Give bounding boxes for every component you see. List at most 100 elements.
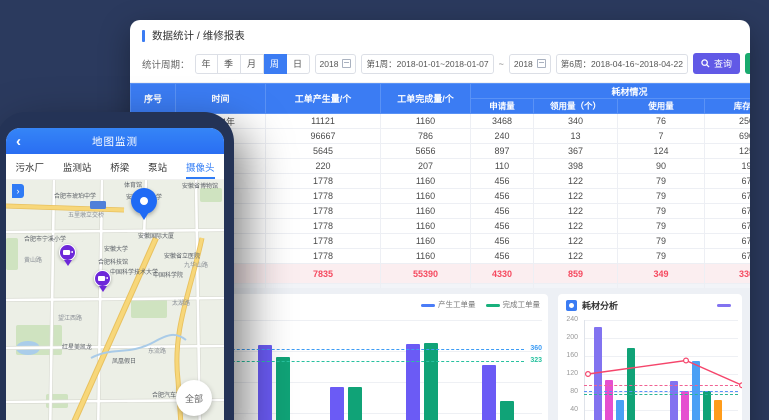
- legend-marker-green: [486, 304, 500, 307]
- bar-系列3[interactable]: [616, 400, 624, 420]
- poi-label: 红星美凯龙: [62, 342, 92, 351]
- table-cell: 456: [471, 204, 534, 219]
- table-cell: 398: [534, 159, 618, 174]
- camera-marker-tail: [64, 260, 72, 266]
- table-cell: 67: [705, 219, 751, 234]
- stage: 数据统计 / 维修报表 统计周期： 年季月周日 2018 第1周：2018-01…: [0, 0, 769, 420]
- table-cell: 1778: [266, 249, 381, 264]
- table-cell: 79: [618, 234, 705, 249]
- y-axis-tick: 200: [560, 334, 578, 341]
- table-cell: 67: [705, 204, 751, 219]
- start-year-value: 2018: [320, 59, 339, 69]
- table-cell: 1160: [381, 234, 471, 249]
- table-cell: 110: [471, 159, 534, 174]
- work-order-chart-legend: 产生工单量 完成工单量: [421, 299, 540, 310]
- sub-column-header: 使用量: [618, 99, 705, 114]
- period-option-年[interactable]: 年: [195, 54, 218, 74]
- camera-marker[interactable]: [59, 244, 76, 261]
- total-cell: 859: [534, 264, 618, 284]
- poi-label: 合肥市琥珀中学: [54, 191, 96, 200]
- start-week-value: 第1周：2018-01-01~2018-01-07: [366, 58, 488, 70]
- phone-tab-泵站[interactable]: 泵站: [148, 155, 167, 179]
- phone-tab-污水厂[interactable]: 污水厂: [15, 155, 44, 179]
- road-label: 九华山路: [184, 260, 208, 269]
- road-label: 望江西路: [58, 313, 82, 322]
- bar-完成工单量[interactable]: [500, 401, 514, 420]
- table-cell: 340: [534, 114, 618, 129]
- threshold-label: 360: [530, 345, 542, 352]
- bar-完成工单量[interactable]: [276, 357, 290, 420]
- camera-marker-tail: [99, 286, 107, 292]
- table-cell: 456: [471, 174, 534, 189]
- table-cell: 79: [618, 219, 705, 234]
- poi-label: 安徽大学: [104, 244, 128, 253]
- map-pin-selected[interactable]: [131, 188, 157, 214]
- bar-产生工单量[interactable]: [482, 365, 496, 420]
- table-cell: 1778: [266, 189, 381, 204]
- table-cell: 456: [471, 234, 534, 249]
- end-week-select[interactable]: 第6周：2018-04-16~2018-04-22: [556, 54, 688, 74]
- bar-系列1[interactable]: [670, 381, 678, 420]
- period-option-月[interactable]: 月: [241, 54, 264, 74]
- bar-完成工单量[interactable]: [424, 343, 438, 420]
- bar-系列5[interactable]: [714, 400, 722, 420]
- bar-产生工单量[interactable]: [258, 345, 272, 420]
- show-all-button[interactable]: 全部: [176, 380, 212, 416]
- back-icon[interactable]: ‹: [16, 134, 21, 149]
- period-option-周[interactable]: 周: [264, 54, 287, 74]
- poi-label: 安徽省立医院: [164, 251, 200, 260]
- consumable-chart-title: 耗材分析: [582, 299, 618, 312]
- gridline: [584, 356, 738, 357]
- legend-item-produced[interactable]: 产生工单量: [421, 299, 476, 310]
- total-cell: 7835: [266, 264, 381, 284]
- phone-tab-bar: 污水厂监测站桥梁泵站摄像头: [6, 154, 224, 180]
- period-option-季[interactable]: 季: [218, 54, 241, 74]
- legend-marker-blue: [421, 304, 435, 307]
- map-view[interactable]: 体育馆安徽省博物馆合肥市琥珀中学安徽农业大学五里墩立交桥合肥市宁溪小学安徽国际大…: [6, 180, 224, 420]
- road-label: 东流路: [148, 346, 166, 355]
- bar-完成工单量[interactable]: [348, 387, 362, 420]
- export-excel-button[interactable]: 导出Excel: [745, 53, 750, 74]
- bar-系列4[interactable]: [627, 348, 635, 420]
- table-cell: 67: [705, 174, 751, 189]
- sub-column-header: 申请量: [471, 99, 534, 114]
- phone-app-header: ‹ 地图监测: [6, 128, 224, 154]
- table-cell: 456: [471, 219, 534, 234]
- table-cell: 240: [471, 129, 534, 144]
- phone-tab-监测站[interactable]: 监测站: [63, 155, 92, 179]
- end-year-select[interactable]: 2018: [509, 54, 551, 74]
- search-icon: [701, 59, 710, 68]
- table-cell: 1778: [266, 174, 381, 189]
- start-week-select[interactable]: 第1周：2018-01-01~2018-01-07: [361, 54, 493, 74]
- sub-column-header: 领用量（个）: [534, 99, 618, 114]
- breadcrumb-accent-bar: [142, 30, 145, 42]
- start-year-select[interactable]: 2018: [315, 54, 357, 74]
- end-week-value: 第6周：2018-04-16~2018-04-22: [561, 58, 683, 70]
- table-cell: 456: [471, 189, 534, 204]
- bar-产生工单量[interactable]: [330, 387, 344, 420]
- legend-item-completed[interactable]: 完成工单量: [486, 299, 541, 310]
- table-cell: 125: [705, 144, 751, 159]
- road-label: 太湖路: [172, 298, 190, 307]
- phone-tab-桥梁[interactable]: 桥梁: [110, 155, 129, 179]
- poi-label: 中国科学技术大学: [110, 267, 158, 276]
- phone-tab-摄像头[interactable]: 摄像头: [186, 155, 215, 179]
- query-button-label: 查询: [714, 57, 732, 70]
- table-cell: 122: [534, 219, 618, 234]
- gridline: [584, 320, 738, 321]
- legend-marker-purple: [717, 304, 731, 307]
- camera-marker[interactable]: [94, 270, 111, 287]
- table-cell: 79: [618, 204, 705, 219]
- table-cell: 67: [705, 234, 751, 249]
- y-axis-line: [584, 320, 585, 420]
- table-cell: 122: [534, 189, 618, 204]
- period-option-日[interactable]: 日: [287, 54, 310, 74]
- bar-产生工单量[interactable]: [406, 344, 420, 420]
- gridline: [584, 338, 738, 339]
- bar-系列1[interactable]: [594, 327, 602, 420]
- expand-panel-button[interactable]: ›: [12, 184, 24, 198]
- query-button[interactable]: 查询: [693, 53, 740, 74]
- table-cell: 786: [381, 129, 471, 144]
- table-cell: 122: [534, 234, 618, 249]
- table-cell: 7: [618, 129, 705, 144]
